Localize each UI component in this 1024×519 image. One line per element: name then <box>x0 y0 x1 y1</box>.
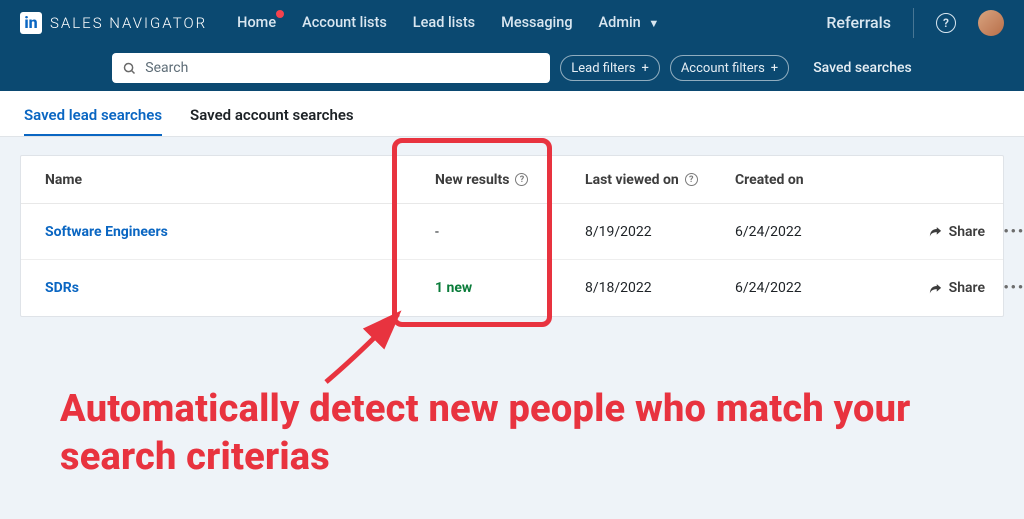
share-button[interactable]: Share <box>895 280 985 296</box>
more-actions-button[interactable]: ••• <box>985 280 1024 296</box>
table-row: SDRs 1 new 8/18/2022 6/24/2022 Share ••• <box>21 260 1003 316</box>
lead-filters-label: Lead filters <box>571 61 635 76</box>
saved-searches-link[interactable]: Saved searches <box>813 60 912 76</box>
nav-right: Referrals ? <box>826 8 1004 38</box>
brand: in SALES NAVIGATOR <box>20 12 207 34</box>
last-viewed-value: 8/19/2022 <box>585 224 735 240</box>
saved-searches-table: Name New results ? Last viewed on ? Crea… <box>20 155 1004 317</box>
tab-saved-account-searches[interactable]: Saved account searches <box>190 106 354 136</box>
info-icon[interactable]: ? <box>685 173 698 186</box>
nav-account-lists[interactable]: Account lists <box>302 14 387 31</box>
col-name-label: Name <box>45 172 82 188</box>
avatar[interactable] <box>978 10 1004 36</box>
chevron-down-icon: ▼ <box>648 17 659 30</box>
nav-lead-lists[interactable]: Lead lists <box>413 14 475 31</box>
tab-row: Saved lead searches Saved account search… <box>0 91 1024 137</box>
nav-links: Home Account lists Lead lists Messaging … <box>237 14 659 31</box>
plus-icon: + <box>771 61 778 76</box>
nav-messaging[interactable]: Messaging <box>501 14 572 31</box>
last-viewed-value: 8/18/2022 <box>585 280 735 296</box>
nav-admin[interactable]: Admin ▼ <box>599 14 660 31</box>
created-value: 6/24/2022 <box>735 280 895 296</box>
product-name: SALES NAVIGATOR <box>50 14 207 32</box>
col-name: Name <box>45 172 435 188</box>
nav-home[interactable]: Home <box>237 14 276 31</box>
col-created: Created on <box>735 172 895 188</box>
col-last-viewed-label: Last viewed on <box>585 172 679 188</box>
search-name-link[interactable]: Software Engineers <box>45 224 435 240</box>
search-placeholder: Search <box>145 60 188 76</box>
share-label: Share <box>949 224 985 240</box>
share-arrow-icon <box>928 224 943 239</box>
col-created-label: Created on <box>735 172 804 188</box>
col-last-viewed: Last viewed on ? <box>585 172 735 188</box>
account-filters-button[interactable]: Account filters + <box>670 55 789 81</box>
tab-saved-lead-searches[interactable]: Saved lead searches <box>24 106 162 136</box>
share-label: Share <box>949 280 985 296</box>
nav-admin-label: Admin <box>599 14 641 31</box>
plus-icon: + <box>641 61 648 76</box>
top-nav: in SALES NAVIGATOR Home Account lists Le… <box>0 0 1024 45</box>
nav-referrals[interactable]: Referrals <box>826 13 891 32</box>
new-results-value: - <box>435 224 585 240</box>
created-value: 6/24/2022 <box>735 224 895 240</box>
notification-dot-icon <box>276 10 284 18</box>
search-row: Search Lead filters + Account filters + … <box>0 45 1024 91</box>
nav-home-label: Home <box>237 14 276 31</box>
main-content: Name New results ? Last viewed on ? Crea… <box>0 137 1024 335</box>
col-new-results: New results ? <box>435 172 585 188</box>
vertical-divider <box>913 8 914 38</box>
search-input[interactable]: Search <box>112 53 550 83</box>
search-name-link[interactable]: SDRs <box>45 280 435 296</box>
help-icon[interactable]: ? <box>936 13 956 33</box>
account-filters-label: Account filters <box>681 61 765 76</box>
table-row: Software Engineers - 8/19/2022 6/24/2022… <box>21 204 1003 260</box>
new-results-value: 1 new <box>435 280 585 296</box>
share-button[interactable]: Share <box>895 224 985 240</box>
share-arrow-icon <box>928 281 943 296</box>
linkedin-logo-icon: in <box>20 12 42 34</box>
info-icon[interactable]: ? <box>515 173 528 186</box>
table-header: Name New results ? Last viewed on ? Crea… <box>21 156 1003 204</box>
annotation-caption: Automatically detect new people who matc… <box>60 386 964 481</box>
col-new-results-label: New results <box>435 172 509 188</box>
lead-filters-button[interactable]: Lead filters + <box>560 55 660 81</box>
more-actions-button[interactable]: ••• <box>985 224 1024 240</box>
search-icon <box>122 61 137 76</box>
